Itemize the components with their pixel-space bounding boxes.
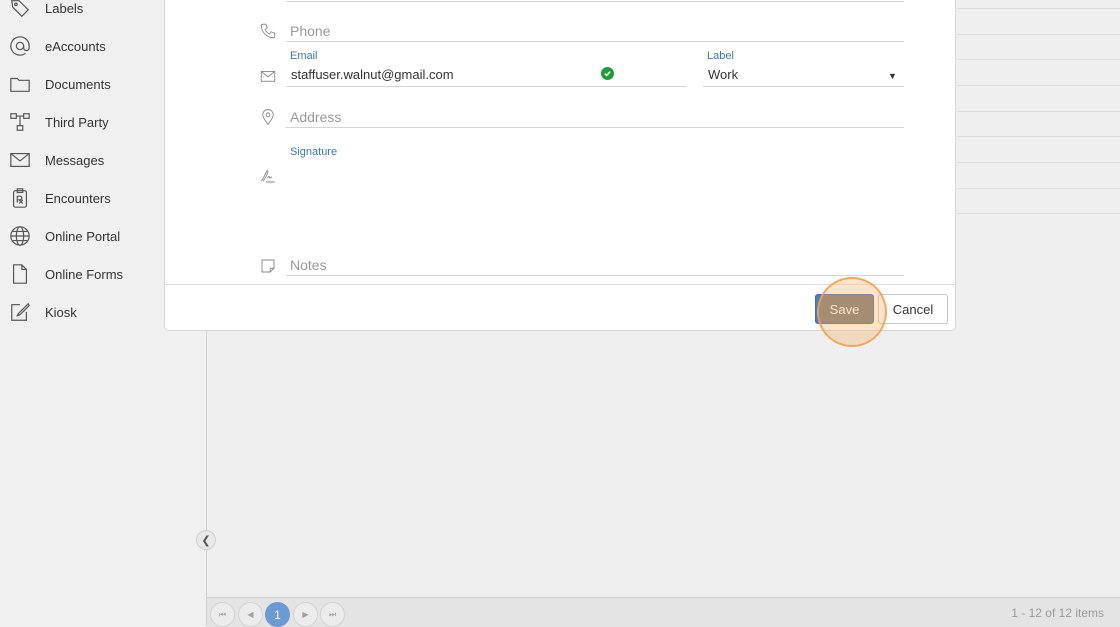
- email-type-select[interactable]: Work: [708, 67, 738, 82]
- table-row-divider: [957, 136, 1120, 137]
- phone-input[interactable]: Phone: [290, 23, 330, 39]
- folder-icon: [8, 72, 32, 96]
- prescription-icon: [8, 186, 32, 210]
- phone-icon: [259, 22, 277, 40]
- field-underline: [286, 1, 904, 2]
- envelope-icon: [259, 67, 277, 85]
- sidebar-item-label: Third Party: [45, 114, 109, 130]
- signature-icon: [259, 167, 277, 185]
- collapse-sidebar-button[interactable]: ❮: [196, 530, 216, 550]
- table-row-divider: [957, 34, 1120, 35]
- phone-underline: [286, 41, 904, 42]
- email-label: Email: [290, 50, 318, 62]
- signature-pad[interactable]: [286, 162, 904, 242]
- table-row-divider: [957, 162, 1120, 163]
- cancel-button[interactable]: Cancel: [878, 294, 948, 324]
- prev-page-button[interactable]: ◀: [238, 602, 263, 627]
- page-number: 1: [274, 607, 281, 622]
- email-type-label: Label: [707, 50, 734, 62]
- pager: ⏮ ◀ 1 ▶ ⏭ 1 - 12 of 12 items: [207, 597, 1120, 627]
- table-row-divider: [957, 59, 1120, 60]
- tag-icon: [8, 0, 32, 20]
- chevron-down-icon[interactable]: ▼: [888, 71, 897, 81]
- address-underline: [286, 127, 904, 128]
- sidebar-item-label: Documents: [45, 76, 111, 92]
- next-page-button[interactable]: ▶: [293, 602, 318, 627]
- email-type-underline: [703, 86, 904, 87]
- notes-input[interactable]: Notes: [290, 257, 327, 273]
- last-page-icon: ⏭: [328, 609, 337, 619]
- sidebar-item-label: Online Portal: [45, 228, 121, 244]
- edit-icon: [8, 300, 32, 324]
- dialog-footer-divider: [165, 284, 955, 285]
- sidebar-item-label: Kiosk: [45, 304, 77, 320]
- at-icon: [8, 34, 32, 58]
- verified-check-icon: [601, 67, 614, 80]
- table-row-divider: [957, 188, 1120, 189]
- notes-underline: [286, 275, 904, 276]
- email-field[interactable]: staffuser.walnut@gmail.com: [291, 67, 454, 82]
- table-row-divider: [957, 213, 1120, 214]
- background-table: [957, 0, 1120, 214]
- signature-label: Signature: [290, 146, 338, 158]
- cancel-button-label: Cancel: [892, 301, 934, 317]
- chevron-left-icon: ❮: [201, 534, 211, 547]
- location-pin-icon: [259, 108, 277, 126]
- sidebar-item-label: Messages: [45, 152, 105, 168]
- last-page-button[interactable]: ⏭: [320, 602, 345, 627]
- network-icon: [8, 110, 32, 134]
- save-button[interactable]: Save: [815, 294, 874, 324]
- contact-edit-dialog: Phone Email staffuser.walnut@gmail.com L…: [164, 0, 956, 331]
- page-number-button[interactable]: 1: [265, 602, 290, 627]
- address-input[interactable]: Address: [290, 109, 341, 125]
- sidebar-item-label: Encounters: [45, 190, 111, 206]
- prev-page-icon: ◀: [247, 610, 254, 619]
- sidebar-item-label: Online Forms: [45, 266, 124, 282]
- table-row-divider: [957, 85, 1120, 86]
- next-page-icon: ▶: [302, 610, 309, 619]
- email-underline: [286, 86, 686, 87]
- first-page-icon: ⏮: [218, 609, 227, 619]
- envelope-icon: [8, 148, 32, 172]
- table-row-divider: [957, 111, 1120, 112]
- globe-icon: [8, 224, 32, 248]
- first-page-button[interactable]: ⏮: [210, 602, 235, 627]
- notes-icon: [259, 257, 277, 275]
- document-icon: [8, 262, 32, 286]
- pager-info: 1 - 12 of 12 items: [1011, 606, 1104, 620]
- sidebar-item-label: Labels: [45, 0, 84, 16]
- table-row-divider: [957, 8, 1120, 9]
- save-button-label: Save: [829, 301, 860, 317]
- sidebar-item-label: eAccounts: [45, 38, 106, 54]
